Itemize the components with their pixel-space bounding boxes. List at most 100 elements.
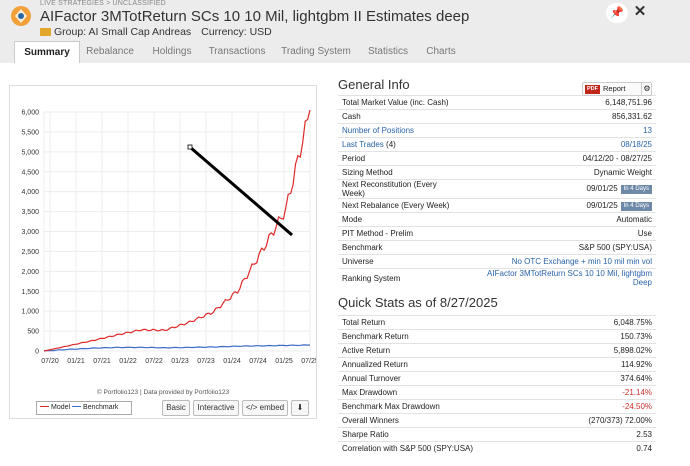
breadcrumb[interactable]: LIVE STRATEGIES > UNCLASSIFIED bbox=[40, 0, 166, 7]
table-row: Period 04/12/20 - 08/27/25 bbox=[338, 151, 656, 166]
general-info-label: Period bbox=[338, 151, 465, 166]
legend-model[interactable]: Model bbox=[51, 404, 70, 411]
performance-chart-svg: 0 500 1,000 1,500 2,000 2,500 3,000 3,500 4,000 4… bbox=[21, 110, 316, 366]
row-value: 374.64% bbox=[620, 374, 652, 383]
quick-stat-label: Benchmark Return bbox=[338, 329, 548, 344]
quick-stat-label: Overall Winners bbox=[338, 413, 548, 428]
performance-chart: 0 500 1,000 1,500 2,000 2,500 3,000 3,500 4,000 4… bbox=[9, 85, 317, 419]
row-value: 6,148,751.96 bbox=[605, 98, 652, 107]
interactive-button[interactable]: Interactive bbox=[193, 400, 239, 416]
row-label: Sizing Method bbox=[342, 168, 393, 177]
y-tick-label: 5,000 bbox=[21, 149, 39, 156]
status-badge: In 4 Days bbox=[620, 185, 652, 194]
general-info-label: Total Market Value (inc. Cash) bbox=[338, 95, 465, 110]
row-label: Last Trades bbox=[342, 140, 384, 149]
tab-bar: Summary Rebalance Holdings Transactions … bbox=[0, 41, 690, 63]
gear-icon[interactable]: ⚙ bbox=[641, 83, 652, 95]
main-content: 0 500 1,000 1,500 2,000 2,500 3,000 3,500 4,000 4… bbox=[0, 63, 690, 466]
general-info-value: Use bbox=[464, 226, 656, 241]
tab-transactions[interactable]: Transactions bbox=[204, 41, 270, 63]
y-tick-label: 1,500 bbox=[21, 289, 39, 296]
y-tick-label: 5,500 bbox=[21, 129, 39, 136]
x-tick-label: 01/24 bbox=[223, 358, 241, 365]
quick-stat-value: -21.14% bbox=[547, 385, 656, 400]
general-info-value[interactable]: 08/18/25 bbox=[464, 137, 656, 152]
row-value: 13 bbox=[643, 126, 652, 135]
tab-holdings[interactable]: Holdings bbox=[142, 41, 202, 63]
tab-statistics[interactable]: Statistics bbox=[360, 41, 416, 63]
quick-stat-label: Annual Turnover bbox=[338, 371, 548, 386]
row-value: -21.14% bbox=[622, 388, 652, 397]
general-info-label[interactable]: Last Trades (4) bbox=[338, 137, 465, 152]
row-label: Annualized Return bbox=[342, 360, 408, 369]
general-info-value: 09/01/25 In 4 Days bbox=[464, 179, 656, 199]
general-info-table: Total Market Value (inc. Cash) 6,148,751.… bbox=[338, 95, 656, 287]
quick-stat-value: -24.50% bbox=[547, 399, 656, 414]
row-value: 08/18/25 bbox=[620, 140, 652, 149]
table-row: Annualized Return 114.92% bbox=[338, 357, 656, 372]
general-info-value: Dynamic Weight bbox=[464, 165, 656, 180]
row-value: 09/01/25 bbox=[586, 200, 618, 210]
table-row: Benchmark S&P 500 (SPY:USA) bbox=[338, 240, 656, 255]
row-label: Overall Winners bbox=[342, 416, 399, 425]
report-button[interactable]: PDF Report ⚙ bbox=[582, 82, 652, 96]
general-info-label: Sizing Method bbox=[338, 165, 465, 180]
x-tick-label: 01/22 bbox=[119, 358, 137, 365]
row-value: AIFactor 3MTotReturn SCs 10 10 Mil, ligh… bbox=[487, 269, 652, 287]
y-tick-label: 2,000 bbox=[21, 269, 39, 276]
quick-stat-label: Sharpe Ratio bbox=[338, 427, 548, 442]
basic-button[interactable]: Basic bbox=[162, 400, 190, 416]
embed-button[interactable]: </> embed bbox=[242, 400, 288, 416]
close-icon[interactable]: ✕ bbox=[632, 3, 648, 21]
quick-stats-table: Total Return 6,048.75% Benchmark Return 150… bbox=[338, 315, 656, 456]
quick-stat-value: 0.74 bbox=[547, 441, 656, 456]
table-row: Sizing Method Dynamic Weight bbox=[338, 165, 656, 180]
table-row: Active Return 5,898.02% bbox=[338, 343, 656, 358]
row-value: 09/01/25 bbox=[586, 184, 618, 193]
row-label: Max Drawdown bbox=[342, 388, 398, 397]
table-row: Next Rebalance (Every Week) 09/01/25 In 4 … bbox=[338, 198, 656, 213]
table-row: Benchmark Return 150.73% bbox=[338, 329, 656, 344]
tab-charts[interactable]: Charts bbox=[418, 41, 464, 63]
quick-stat-value: 150.73% bbox=[547, 329, 656, 344]
tab-rebalance[interactable]: Rebalance bbox=[80, 41, 140, 63]
report-label: Report bbox=[603, 84, 626, 93]
download-icon[interactable]: ⬇ bbox=[291, 400, 309, 416]
legend-benchmark[interactable]: Benchmark bbox=[83, 404, 118, 411]
general-info-value[interactable]: 13 bbox=[464, 123, 656, 138]
currency-label: Currency: USD bbox=[201, 26, 272, 38]
row-label: PIT Method - Prelim bbox=[342, 229, 413, 238]
general-info-label: Cash bbox=[338, 109, 465, 124]
folder-icon bbox=[40, 28, 51, 36]
pdf-icon: PDF bbox=[585, 85, 600, 94]
y-tick-label: 4,500 bbox=[21, 169, 39, 176]
tab-trading-system[interactable]: Trading System bbox=[278, 41, 354, 63]
row-value: Use bbox=[637, 229, 652, 238]
general-info-label: Next Reconstitution (Every Week) bbox=[338, 179, 465, 199]
quick-stat-value: 114.92% bbox=[547, 357, 656, 372]
strategy-meta: Group: AI Small Cap Andreas Currency: USD bbox=[40, 26, 272, 38]
row-label: Period bbox=[342, 154, 366, 163]
group-label[interactable]: Group: AI Small Cap Andreas bbox=[54, 26, 191, 38]
table-row: Total Market Value (inc. Cash) 6,148,751.… bbox=[338, 95, 656, 110]
general-info-label[interactable]: Number of Positions bbox=[338, 123, 465, 138]
table-row: Overall Winners (270/373) 72.00% bbox=[338, 413, 656, 428]
row-value: 114.92% bbox=[621, 360, 652, 369]
general-info-value: 09/01/25 In 4 Days bbox=[464, 198, 656, 213]
row-extra: (4) bbox=[383, 140, 396, 149]
general-info-value: AIFactor 3MTotReturn SCs 10 10 Mil, ligh… bbox=[464, 268, 656, 287]
pin-icon[interactable]: 📌 bbox=[606, 3, 628, 23]
chart-credit: © Portfolio123 | Data provided by Portfo… bbox=[96, 389, 230, 396]
y-tick-label: 500 bbox=[27, 329, 39, 336]
tab-summary[interactable]: Summary bbox=[14, 41, 80, 63]
row-label: Total Return bbox=[342, 318, 386, 327]
window-header: LIVE STRATEGIES > UNCLASSIFIED AIFactor … bbox=[0, 0, 690, 40]
x-tick-label: 07/24 bbox=[249, 358, 267, 365]
table-row: PIT Method - Prelim Use bbox=[338, 226, 656, 241]
row-label: Sharpe Ratio bbox=[342, 430, 389, 439]
x-tick-label: 01/25 bbox=[275, 358, 293, 365]
general-info-value: No OTC Exchange + min 10 mil min vol bbox=[464, 254, 656, 269]
y-tick-label: 2,500 bbox=[21, 249, 39, 256]
row-label: Next Rebalance (Every Week) bbox=[342, 201, 450, 210]
general-info-panel: General Info PDF Report ⚙ Total Market Val… bbox=[338, 75, 656, 456]
